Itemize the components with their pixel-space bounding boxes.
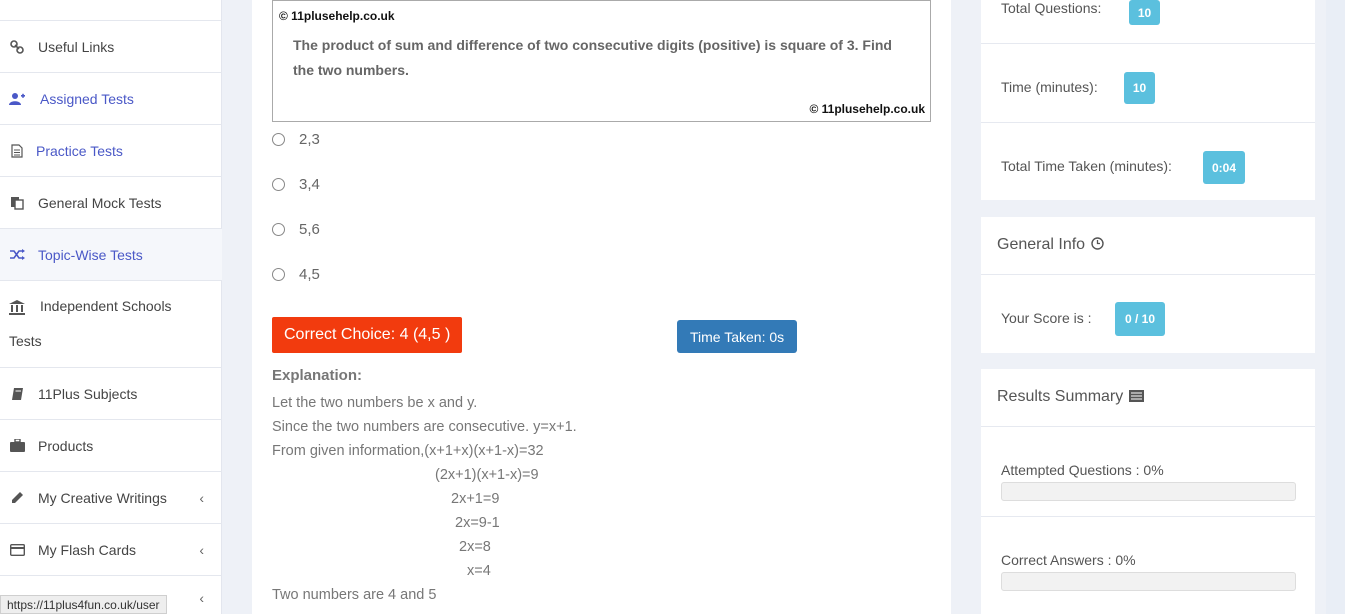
general-info-title-wrap: General Info: [997, 236, 1104, 254]
time-badge: 10: [1124, 72, 1155, 104]
option-4[interactable]: 4,5: [272, 266, 320, 283]
question-text: The product of sum and difference of two…: [293, 37, 892, 78]
question-panel: © 11plusehelp.co.uk The product of sum a…: [252, 0, 951, 614]
sidebar-item-label: General Mock Tests: [38, 194, 162, 211]
score-label: Your Score is :: [1001, 310, 1092, 326]
pencil-icon: [9, 490, 25, 506]
sidebar-item-my-creative-writings[interactable]: My Creative Writings ‹: [0, 472, 222, 524]
sidebar-item-label: My Creative Writings: [38, 489, 167, 506]
option-3[interactable]: 5,6: [272, 221, 320, 238]
sidebar-item-practice-tests[interactable]: Practice Tests: [0, 125, 222, 177]
option-radio[interactable]: [272, 223, 285, 236]
results-summary-card: Results Summary Attempted Questions : 0%…: [981, 369, 1315, 614]
correct-progress-bar: [1001, 572, 1296, 591]
correct-choice-badge: Correct Choice: 4 (4,5 ): [272, 317, 463, 353]
total-questions-label: Total Questions:: [1001, 0, 1102, 16]
general-info-card: General Info Your Score is : 0 / 10: [981, 217, 1315, 353]
sidebar-item-label: My Flash Cards: [38, 541, 137, 558]
explanation-line: 2x=8: [459, 539, 491, 555]
option-label: 2,3: [299, 131, 320, 148]
explanation-line: Since the two numbers are consecutive. y…: [272, 419, 577, 435]
sidebar-item-label: Independent Schools: [40, 298, 172, 314]
test-stats-card: Total Questions: 10 Time (minutes): 10 T…: [981, 0, 1315, 200]
watermark-bottom: © 11plusehelp.co.uk: [809, 102, 925, 116]
browser-status-url: https://11plus4fun.co.uk/user: [0, 595, 167, 614]
general-info-title: General Info: [997, 236, 1086, 253]
chevron-left-icon[interactable]: ‹: [199, 490, 204, 506]
link-icon: [9, 39, 25, 55]
sidebar-item-assigned-tests[interactable]: Assigned Tests: [0, 73, 222, 125]
sidebar-item-label: Assigned Tests: [40, 90, 134, 107]
attempted-progress-bar: [1001, 482, 1296, 501]
explanation-line: Two numbers are 4 and 5: [272, 587, 437, 603]
time-taken-label: Total Time Taken (minutes):: [1001, 158, 1172, 174]
explanation-line: x=4: [467, 563, 491, 579]
list-icon: [1129, 389, 1145, 405]
explanation-line: 2x=9-1: [455, 515, 500, 531]
option-1[interactable]: 2,3: [272, 131, 320, 148]
sidebar-item-label: Products: [38, 437, 94, 454]
document-icon: [9, 143, 25, 159]
general-info-header: General Info: [981, 217, 1315, 275]
time-taken-row: Total Time Taken (minutes): 0:04: [981, 123, 1315, 200]
score-row: Your Score is : 0 / 10: [981, 275, 1315, 353]
sidebar-item-topic-wise-tests[interactable]: Topic-Wise Tests: [0, 229, 222, 281]
bank-icon: [9, 299, 25, 315]
sidebar-item-label: Useful Links: [38, 38, 115, 55]
watermark-top: © 11plusehelp.co.uk: [279, 9, 395, 23]
sidebar-item-my-flash-cards[interactable]: My Flash Cards ‹: [0, 524, 222, 576]
score-badge: 0 / 10: [1115, 302, 1165, 336]
question-box: © 11plusehelp.co.uk The product of sum a…: [272, 0, 931, 122]
sidebar-item-label: 11Plus Subjects: [38, 385, 138, 402]
explanation-line: From given information,(x+1+x)(x+1-x)=32: [272, 443, 544, 459]
time-taken-button[interactable]: Time Taken: 0s: [677, 320, 798, 353]
shuffle-icon: [9, 247, 25, 263]
time-taken-badge: 0:04: [1203, 151, 1245, 184]
total-questions-badge: 10: [1129, 0, 1160, 25]
attempted-row: Attempted Questions : 0%: [981, 427, 1315, 517]
briefcase-icon: [9, 438, 25, 454]
explanation-line: Let the two numbers be x and y.: [272, 395, 478, 411]
option-label: 4,5: [299, 266, 320, 283]
option-radio[interactable]: [272, 133, 285, 146]
total-questions-row: Total Questions: 10: [981, 0, 1315, 44]
explanation-line: (2x+1)(x+1-x)=9: [435, 467, 539, 483]
sidebar-item-top-partial[interactable]: [0, 0, 222, 21]
copy-icon: [9, 195, 25, 211]
credit-card-icon: [9, 542, 25, 558]
option-2[interactable]: 3,4: [272, 176, 320, 193]
explanation-title: Explanation:: [272, 367, 363, 384]
user-plus-icon: [9, 91, 25, 107]
sidebar-item-11plus-subjects[interactable]: 11Plus Subjects: [0, 368, 222, 420]
chevron-left-icon[interactable]: ‹: [199, 542, 204, 558]
clock-icon: [1091, 237, 1104, 253]
option-label: 3,4: [299, 176, 320, 193]
page-scroll-track[interactable]: [1326, 0, 1345, 614]
sidebar-item-useful-links[interactable]: Useful Links: [0, 21, 222, 73]
correct-answers-label: Correct Answers : 0%: [1001, 552, 1136, 568]
sidebar-item-independent-schools-tests[interactable]: Independent Schools Tests: [0, 281, 222, 368]
results-summary-title-wrap: Results Summary: [997, 388, 1145, 406]
option-label: 5,6: [299, 221, 320, 238]
time-row: Time (minutes): 10: [981, 44, 1315, 123]
results-summary-title: Results Summary: [997, 388, 1124, 405]
sidebar: Useful Links Assigned Tests Practice Tes…: [0, 0, 222, 614]
sidebar-item-label-continued: Tests: [9, 333, 42, 349]
option-radio[interactable]: [272, 268, 285, 281]
sidebar-item-products[interactable]: Products: [0, 420, 222, 472]
correct-answers-row: Correct Answers : 0%: [981, 517, 1315, 614]
sidebar-item-label: Topic-Wise Tests: [38, 246, 143, 263]
results-summary-header: Results Summary: [981, 369, 1315, 427]
book-icon: [9, 386, 25, 402]
attempted-label: Attempted Questions : 0%: [1001, 462, 1164, 478]
time-label: Time (minutes):: [1001, 79, 1098, 95]
chevron-left-icon[interactable]: ‹: [199, 590, 204, 606]
sidebar-item-general-mock-tests[interactable]: General Mock Tests: [0, 177, 222, 229]
explanation-line: 2x+1=9: [451, 491, 500, 507]
option-radio[interactable]: [272, 178, 285, 191]
sidebar-item-label: Practice Tests: [36, 142, 123, 159]
